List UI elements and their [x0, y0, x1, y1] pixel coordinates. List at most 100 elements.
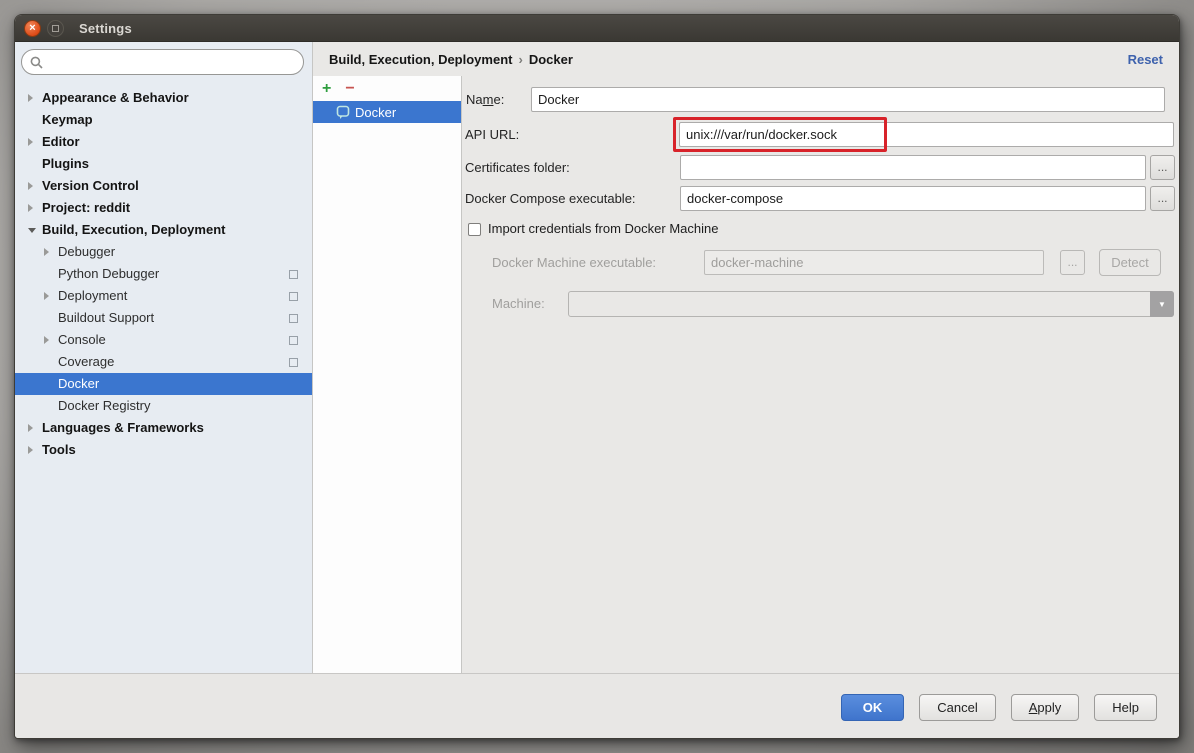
sidebar-item-coverage[interactable]: Coverage [15, 351, 312, 373]
sidebar-item-label: Console [15, 329, 106, 351]
sidebar-item-version-control[interactable]: Version Control [15, 175, 312, 197]
sidebar-item-label: Deployment [15, 285, 127, 307]
machine-dropdown: ▼ [568, 291, 1174, 317]
breadcrumb-segment-docker: Docker [529, 52, 573, 67]
settings-content: Build, Execution, Deployment › Docker Re… [313, 42, 1179, 673]
titlebar: × Settings [15, 15, 1179, 42]
sidebar-item-docker[interactable]: Docker [15, 373, 312, 395]
certificates-folder-label: Certificates folder: [465, 155, 570, 180]
sidebar-item-label: Python Debugger [15, 263, 159, 285]
per-project-settings-icon [289, 314, 298, 323]
add-server-button[interactable]: + [322, 81, 331, 97]
sidebar-item-editor[interactable]: Editor [15, 131, 312, 153]
help-button[interactable]: Help [1094, 694, 1157, 721]
breadcrumb: Build, Execution, Deployment › Docker Re… [313, 42, 1179, 76]
sidebar-item-label: Build, Execution, Deployment [15, 219, 225, 241]
remove-server-button[interactable]: − [345, 81, 354, 97]
chevron-right-icon[interactable] [28, 424, 33, 432]
apply-label-post: pply [1037, 700, 1061, 715]
sidebar-item-label: Languages & Frameworks [15, 417, 204, 439]
search-input[interactable] [48, 55, 295, 70]
sidebar-item-python-debugger[interactable]: Python Debugger [15, 263, 312, 285]
close-icon: × [29, 22, 35, 34]
sidebar-item-label: Appearance & Behavior [15, 87, 189, 109]
name-label-mnemonic: m [483, 92, 494, 107]
sidebar-item-console[interactable]: Console [15, 329, 312, 351]
breadcrumb-segment-build-execution-deployment[interactable]: Build, Execution, Deployment [329, 52, 512, 67]
sidebar-item-label: Version Control [15, 175, 139, 197]
chevron-right-icon[interactable] [28, 182, 33, 190]
name-field[interactable] [531, 87, 1165, 112]
api-url-label: API URL: [465, 122, 519, 147]
sidebar-item-tools[interactable]: Tools [15, 439, 312, 461]
sidebar-item-debugger[interactable]: Debugger [15, 241, 312, 263]
compose-browse-button[interactable]: ... [1150, 186, 1175, 211]
settings-sidebar: Appearance & Behavior Keymap Editor Plug… [15, 42, 313, 673]
sidebar-item-project-reddit[interactable]: Project: reddit [15, 197, 312, 219]
sidebar-item-appearance-behavior[interactable]: Appearance & Behavior [15, 87, 312, 109]
maximize-window-button[interactable] [47, 20, 64, 37]
detect-button: Detect [1099, 249, 1161, 276]
sidebar-item-label: Editor [15, 131, 80, 153]
chevron-right-icon[interactable] [28, 138, 33, 146]
sidebar-item-docker-registry[interactable]: Docker Registry [15, 395, 312, 417]
per-project-settings-icon [289, 292, 298, 301]
docker-compose-executable-label: Docker Compose executable: [465, 186, 636, 211]
close-window-button[interactable]: × [24, 20, 41, 37]
dropdown-arrow-button: ▼ [1150, 291, 1174, 317]
name-label-post: e: [493, 92, 504, 107]
list-item-docker[interactable]: Docker [313, 101, 461, 123]
breadcrumb-separator-icon: › [512, 52, 528, 67]
sidebar-item-label: Docker [15, 373, 99, 395]
chevron-right-icon[interactable] [28, 446, 33, 454]
settings-tree: Appearance & Behavior Keymap Editor Plug… [15, 83, 312, 461]
docker-settings-body: + − Docker Name: API URL: [313, 76, 1179, 673]
maximize-icon [52, 25, 59, 32]
main-area: Appearance & Behavior Keymap Editor Plug… [15, 42, 1179, 673]
name-label-pre: Na [466, 92, 483, 107]
chevron-down-icon: ▼ [1158, 300, 1166, 309]
import-credentials-checkbox[interactable] [468, 223, 481, 236]
chevron-right-icon[interactable] [44, 336, 49, 344]
ok-button[interactable]: OK [841, 694, 905, 721]
name-label: Name: [466, 87, 504, 112]
chevron-right-icon[interactable] [44, 292, 49, 300]
sidebar-item-label: Debugger [15, 241, 115, 263]
chevron-down-icon[interactable] [28, 228, 36, 233]
docker-machine-executable-label: Docker Machine executable: [492, 250, 656, 275]
docker-server-icon [336, 105, 350, 120]
chevron-right-icon[interactable] [28, 94, 33, 102]
sidebar-item-label: Tools [15, 439, 76, 461]
list-item-label: Docker [355, 105, 396, 120]
sidebar-item-languages-frameworks[interactable]: Languages & Frameworks [15, 417, 312, 439]
certificates-folder-field[interactable] [680, 155, 1146, 180]
search-icon [30, 56, 43, 69]
chevron-right-icon[interactable] [44, 248, 49, 256]
per-project-settings-icon [289, 358, 298, 367]
sidebar-item-plugins[interactable]: Plugins [15, 153, 312, 175]
sidebar-item-label: Plugins [15, 153, 89, 175]
list-toolbar: + − [313, 76, 461, 101]
settings-search-box[interactable] [21, 49, 304, 75]
cancel-button[interactable]: Cancel [919, 694, 995, 721]
machine-label: Machine: [492, 291, 545, 316]
chevron-right-icon[interactable] [28, 204, 33, 212]
reset-link[interactable]: Reset [1128, 52, 1163, 67]
sidebar-item-buildout-support[interactable]: Buildout Support [15, 307, 312, 329]
per-project-settings-icon [289, 270, 298, 279]
apply-button[interactable]: Apply [1011, 694, 1080, 721]
docker-servers-list-panel: + − Docker [313, 76, 462, 673]
certificates-browse-button[interactable]: ... [1150, 155, 1175, 180]
dialog-footer: OK Cancel Apply Help [15, 673, 1179, 738]
sidebar-item-label: Coverage [15, 351, 114, 373]
docker-machine-executable-field [704, 250, 1044, 275]
docker-compose-executable-field[interactable] [680, 186, 1146, 211]
sidebar-item-label: Keymap [15, 109, 93, 131]
sidebar-item-build-execution-deployment[interactable]: Build, Execution, Deployment [15, 219, 312, 241]
docker-settings-form: Name: API URL: Certificates folder: ... … [462, 76, 1179, 673]
sidebar-item-deployment[interactable]: Deployment [15, 285, 312, 307]
settings-dialog: × Settings Appearance & Behavior Keymap … [14, 14, 1180, 739]
sidebar-item-keymap[interactable]: Keymap [15, 109, 312, 131]
api-url-field[interactable] [679, 122, 1174, 147]
sidebar-item-label: Docker Registry [15, 395, 150, 417]
